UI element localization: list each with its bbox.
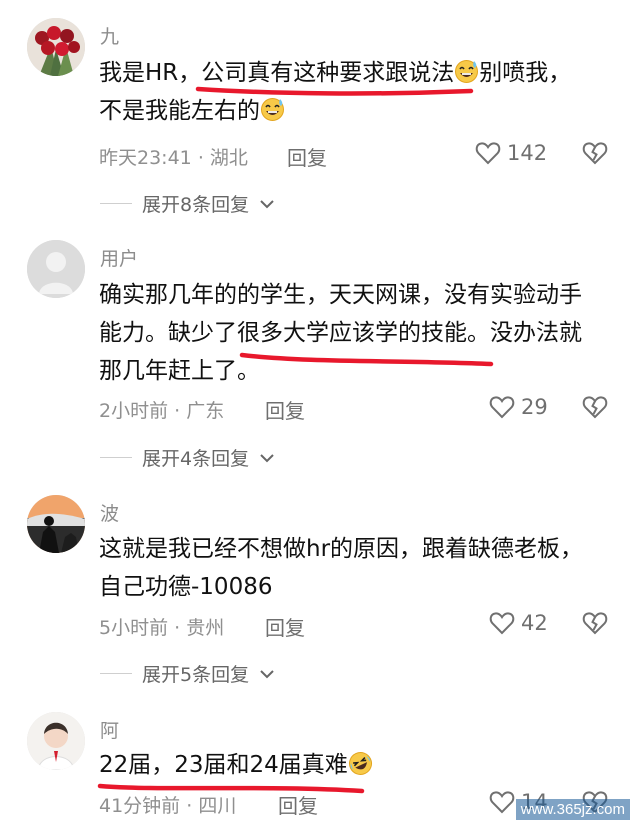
comment-line: 确实那几年的的学生，天天网课，没有实验动手 <box>99 282 582 308</box>
comment-line: 能力。缺少了很多大学应该学的技能。没办法就 <box>99 320 582 346</box>
sunset-silhouette-avatar-image <box>27 495 85 553</box>
comment-text-segment: 不是我能左右的 <box>99 98 260 124</box>
reply-button[interactable]: 回复 <box>265 612 305 641</box>
username[interactable]: 用户 <box>100 244 138 271</box>
like-count: 142 <box>507 141 548 165</box>
comment-location: 贵州 <box>186 617 225 639</box>
comment-time: 41分钟前 <box>99 795 181 817</box>
heart-outline-icon <box>489 791 515 814</box>
comment-location: 四川 <box>198 795 237 817</box>
comment-meta: 2小时前 · 广东 <box>99 396 224 423</box>
comment-meta: 41分钟前 · 四川 <box>99 791 236 818</box>
comment-line: 自己功德-10086 <box>99 574 273 600</box>
like-button[interactable]: 142 <box>474 138 547 168</box>
comment-text: 确实那几年的的学生，天天网课，没有实验动手 能力。缺少了很多大学应该学的技能。没… <box>99 276 619 390</box>
expand-replies-button[interactable]: 展开5条回复 <box>100 660 275 687</box>
default-user-avatar-image <box>27 240 85 298</box>
broken-heart-icon[interactable] <box>580 138 610 168</box>
watermark: www.365jz.com <box>515 799 630 820</box>
reply-button[interactable]: 回复 <box>287 142 327 171</box>
username[interactable]: 九 <box>100 22 119 49</box>
comment-line: 22届，23届和24届真难 <box>99 746 619 784</box>
reply-button[interactable]: 回复 <box>278 790 318 819</box>
comment-text: 这就是我已经不想做hr的原因，跟着缺德老板， 自己功德-10086 <box>99 530 619 606</box>
illustrated-person-avatar-image <box>27 712 85 770</box>
comment-meta: 昨天23:41 · 湖北 <box>99 143 248 170</box>
comment-text-segment: 别喷我， <box>479 60 572 86</box>
chevron-down-icon <box>260 199 274 208</box>
like-button[interactable]: 29 <box>488 392 548 422</box>
comment-text-segment: 我是HR，公司真有这种要求跟说法 <box>99 60 455 86</box>
username[interactable]: 阿 <box>100 716 119 743</box>
comment-line: 这就是我已经不想做hr的原因，跟着缺德老板， <box>99 536 584 562</box>
comment-meta: 5小时前 · 贵州 <box>99 613 224 640</box>
expand-replies-label: 展开8条回复 <box>142 194 250 216</box>
laughing-with-sweat-emoji-icon <box>455 60 479 83</box>
expand-divider <box>100 203 132 204</box>
meta-separator: · <box>186 795 199 817</box>
meta-separator: · <box>174 400 187 422</box>
expand-replies-button[interactable]: 展开8条回复 <box>100 190 275 217</box>
meta-separator: · <box>174 617 187 639</box>
like-button[interactable]: 42 <box>488 608 548 638</box>
reply-button[interactable]: 回复 <box>265 395 305 424</box>
avatar[interactable] <box>27 240 85 298</box>
chevron-down-icon <box>260 453 274 462</box>
expand-replies-label: 展开5条回复 <box>142 664 250 686</box>
heart-outline-icon <box>475 142 501 165</box>
expand-replies-label: 展开4条回复 <box>142 448 250 470</box>
laughing-with-sweat-emoji-icon <box>261 98 284 121</box>
comment-time: 2小时前 <box>99 400 169 422</box>
comment-text: 我是HR，公司真有这种要求跟说法 别喷我， 不是我能左右的 <box>99 54 619 130</box>
comment-text-segment: 22届，23届和24届真难 <box>99 752 348 778</box>
comment-location: 湖北 <box>209 147 248 169</box>
comment-line: 不是我能左右的 <box>99 92 619 130</box>
username[interactable]: 波 <box>100 499 119 526</box>
comment-line: 我是HR，公司真有这种要求跟说法 别喷我， <box>99 54 619 92</box>
rolling-laughing-emoji-icon <box>348 752 372 775</box>
avatar[interactable] <box>27 18 85 76</box>
like-count: 29 <box>521 395 548 419</box>
expand-divider <box>100 673 132 674</box>
heart-outline-icon <box>489 612 515 635</box>
broken-heart-icon[interactable] <box>580 608 610 638</box>
comment-location: 广东 <box>186 400 225 422</box>
heart-outline-icon <box>489 396 515 419</box>
avatar[interactable] <box>27 712 85 770</box>
chevron-down-icon <box>260 669 274 678</box>
meta-separator: · <box>197 147 210 169</box>
comment-time: 5小时前 <box>99 617 169 639</box>
like-count: 42 <box>521 611 548 635</box>
expand-replies-button[interactable]: 展开4条回复 <box>100 444 275 471</box>
expand-divider <box>100 457 132 458</box>
roses-avatar-image <box>27 18 85 76</box>
comment-line: 那几年赶上了。 <box>99 358 260 384</box>
comment-time: 昨天23:41 <box>99 147 192 169</box>
comment-text: 22届，23届和24届真难 <box>99 746 619 784</box>
broken-heart-icon[interactable] <box>580 392 610 422</box>
avatar[interactable] <box>27 495 85 553</box>
